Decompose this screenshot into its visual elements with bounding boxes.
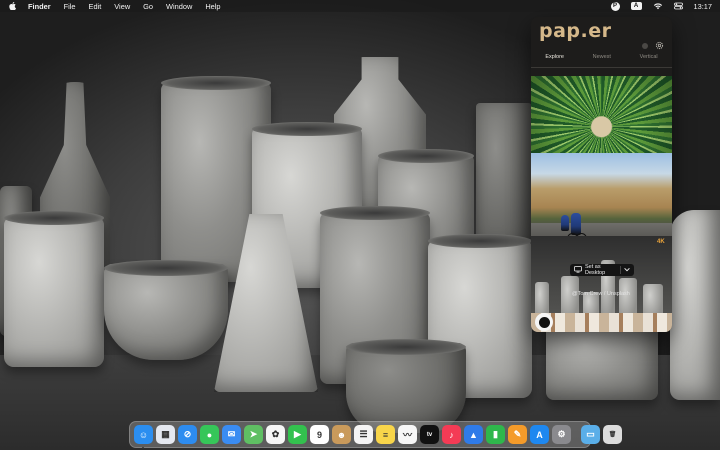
wallpaper-vase xyxy=(476,103,532,253)
trash-icon[interactable]: 🗑 xyxy=(603,425,622,444)
keynote-icon[interactable]: ▲ xyxy=(464,425,483,444)
keynote-glyph: ▲ xyxy=(469,429,478,440)
resolution-badge: 4K xyxy=(657,239,665,245)
menu-view[interactable]: View xyxy=(114,2,130,11)
safari-glyph: ⊘ xyxy=(183,429,192,439)
wallpaper-thumbnail-cyclists[interactable] xyxy=(531,153,672,247)
tab-newest[interactable]: Newest xyxy=(593,53,611,67)
control-center-icon[interactable] xyxy=(673,2,683,11)
downloads-folder-icon[interactable]: ▭ xyxy=(581,425,600,444)
finder-glyph: ☺ xyxy=(138,429,149,440)
popover-header: pap.er xyxy=(531,17,672,50)
apple-tv-glyph: tv xyxy=(426,431,433,438)
wallpaper-cup xyxy=(346,339,466,433)
maps-icon[interactable]: ➤ xyxy=(244,425,263,444)
wallpaper-bowl xyxy=(104,260,228,360)
mail-glyph: ✉ xyxy=(227,429,236,439)
contacts-glyph: ☻ xyxy=(336,429,347,440)
calendar-glyph: 9 xyxy=(316,429,322,440)
messages-icon[interactable]: ● xyxy=(200,425,219,444)
freeform-glyph: 〰 xyxy=(402,430,412,440)
tabs-divider xyxy=(531,67,672,68)
messages-glyph: ● xyxy=(206,429,213,440)
contacts-icon[interactable]: ☻ xyxy=(332,425,351,444)
set-as-desktop-button[interactable]: Set as Desktop xyxy=(570,264,634,276)
photos-glyph: ✿ xyxy=(271,429,280,439)
facetime-icon[interactable]: ▶ xyxy=(288,425,307,444)
gear-icon[interactable] xyxy=(655,37,664,50)
launchpad-glyph: ▦ xyxy=(161,429,170,439)
strip-toggle-button[interactable] xyxy=(535,313,553,331)
wallpaper-mug xyxy=(4,211,104,367)
app-store-glyph: A xyxy=(536,429,543,440)
menu-clock[interactable]: 13:17 xyxy=(694,2,713,11)
menu-file[interactable]: File xyxy=(64,2,76,11)
numbers-glyph: ▮ xyxy=(493,429,498,439)
menu-window[interactable]: Window xyxy=(166,2,192,11)
facetime-glyph: ▶ xyxy=(294,429,301,439)
dot-icon[interactable] xyxy=(641,37,649,49)
circle-icon xyxy=(538,316,550,328)
freeform-icon[interactable]: 〰 xyxy=(398,425,417,444)
tab-explore[interactable]: Explore xyxy=(541,53,568,68)
paper-app-icon[interactable]: P xyxy=(610,1,620,11)
system-settings-glyph: ⚙ xyxy=(557,429,566,439)
dock: ☺ ▦ ⊘ ● ✉ ➤ ✿ ▶ 9 ☻ ☰ ≡ 〰 tv ♪ ▲ ▮ ✎ A ⚙ ▭ 🗑 xyxy=(129,421,622,449)
wifi-icon[interactable] xyxy=(653,2,663,11)
maps-glyph: ➤ xyxy=(249,429,258,439)
wallpaper-vase xyxy=(670,210,720,400)
music-icon[interactable]: ♪ xyxy=(442,425,461,444)
paper-popover: pap.er Explore Newest Vertical 4K Set as… xyxy=(531,17,672,332)
notes-glyph: ≡ xyxy=(382,429,389,440)
thumbnail-cyclist xyxy=(571,213,581,235)
menu-app-name[interactable]: Finder xyxy=(28,2,51,11)
wallpaper-jar xyxy=(546,316,658,400)
pages-glyph: ✎ xyxy=(513,429,522,439)
reminders-icon[interactable]: ☰ xyxy=(354,425,373,444)
calendar-icon[interactable]: 9 xyxy=(310,425,329,444)
tab-vertical[interactable]: Vertical xyxy=(640,53,658,67)
input-source-label: A xyxy=(633,3,639,9)
menu-bar: Finder File Edit View Go Window Help P A xyxy=(0,0,720,12)
finder-icon[interactable]: ☺ xyxy=(134,425,153,449)
button-separator xyxy=(620,266,621,274)
music-glyph: ♪ xyxy=(449,429,454,440)
system-settings-icon[interactable]: ⚙ xyxy=(552,425,571,444)
apple-logo-icon[interactable] xyxy=(8,2,16,11)
launchpad-icon[interactable]: ▦ xyxy=(156,425,175,444)
set-as-desktop-label: Set as Desktop xyxy=(585,264,606,276)
photos-icon[interactable]: ✿ xyxy=(266,425,285,444)
display-icon xyxy=(574,265,582,275)
paper-logo: pap.er xyxy=(539,20,612,42)
popover-tabs: Explore Newest Vertical xyxy=(531,53,672,68)
numbers-icon[interactable]: ▮ xyxy=(486,425,505,444)
reminders-glyph: ☰ xyxy=(359,429,368,439)
paper-app-label: P xyxy=(612,3,617,9)
photo-credit[interactable]: @Tom Crew / Unsplash xyxy=(572,291,630,297)
chevron-down-icon[interactable] xyxy=(624,267,630,274)
keyboard-input-icon[interactable]: A xyxy=(630,2,642,10)
running-indicator xyxy=(142,447,144,449)
thumbnail-cyclist xyxy=(561,215,569,231)
app-store-icon[interactable]: A xyxy=(530,425,549,444)
menu-go[interactable]: Go xyxy=(143,2,153,11)
mail-icon[interactable]: ✉ xyxy=(222,425,241,444)
menu-edit[interactable]: Edit xyxy=(89,2,102,11)
menu-help[interactable]: Help xyxy=(205,2,220,11)
apple-tv-icon[interactable]: tv xyxy=(420,425,439,444)
trash-glyph: 🗑 xyxy=(608,432,617,438)
downloads-folder-glyph: ▭ xyxy=(586,429,595,439)
pages-icon[interactable]: ✎ xyxy=(508,425,527,444)
notes-icon[interactable]: ≡ xyxy=(376,425,395,444)
safari-icon[interactable]: ⊘ xyxy=(178,425,197,444)
